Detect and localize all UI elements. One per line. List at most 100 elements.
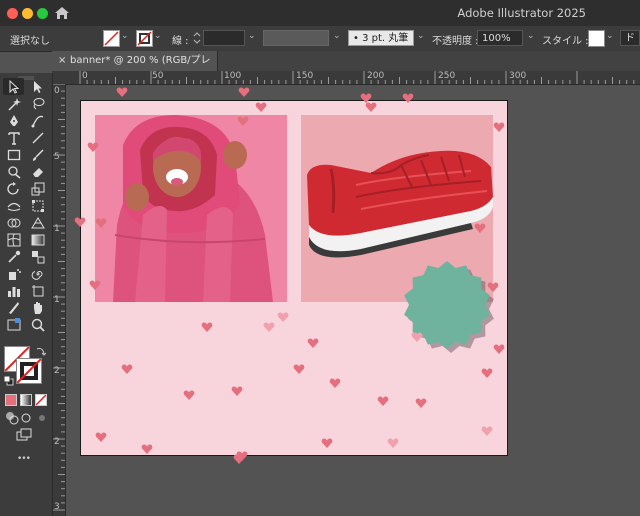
horizontal-ruler[interactable]: 0 50 100 150 200 250 300 <box>65 71 640 85</box>
ruler-origin[interactable] <box>52 71 65 84</box>
opacity-input[interactable]: 100% <box>477 30 523 46</box>
stepper-icon[interactable] <box>193 31 201 45</box>
stroke-swatch[interactable] <box>136 30 153 47</box>
stroke-none-icon <box>17 359 41 383</box>
shape-builder-tool-icon[interactable] <box>6 215 22 231</box>
slice-tool-icon[interactable] <box>6 300 22 316</box>
spiral-tool-icon[interactable] <box>30 266 46 282</box>
rectangle-tool-icon[interactable] <box>6 147 22 163</box>
chevron-down-icon[interactable]: ⌄ <box>333 31 341 43</box>
ruler-label: 2 <box>54 366 60 376</box>
heart-icon <box>238 86 250 98</box>
swap-fill-stroke-icon[interactable] <box>36 346 46 356</box>
opacity-label[interactable]: 不透明度 : <box>432 32 479 47</box>
scale-tool-icon[interactable] <box>30 181 46 197</box>
ruler-label: 150 <box>296 71 314 81</box>
home-icon[interactable] <box>54 5 70 21</box>
type-tool-icon[interactable] <box>6 130 22 146</box>
ruler-label: 0 <box>82 71 88 81</box>
close-tab-icon[interactable]: × <box>58 51 66 71</box>
heart-icon <box>377 395 389 407</box>
heart-icon <box>487 281 499 293</box>
ruler-label: 3 <box>54 502 60 512</box>
zoom-window-button[interactable] <box>37 8 48 19</box>
mesh-tool-icon[interactable] <box>6 232 22 248</box>
selection-tool-icon[interactable] <box>6 79 22 95</box>
selection-status: 選択なし <box>10 36 50 47</box>
artboard-arrange-icon[interactable] <box>6 317 22 333</box>
edit-toolbar-button[interactable]: ••• <box>17 454 31 464</box>
close-window-button[interactable] <box>7 8 18 19</box>
chevron-down-icon[interactable]: ⌄ <box>527 31 535 43</box>
pen-tool-icon[interactable] <box>6 113 22 129</box>
ruler-label: 100 <box>224 71 242 81</box>
draw-behind-icon[interactable] <box>19 410 35 426</box>
ruler-label: 1 <box>54 295 60 305</box>
gradient-mode-button[interactable] <box>20 394 32 406</box>
shaper-tool-icon[interactable] <box>6 164 22 180</box>
chevron-down-icon[interactable]: ⌄ <box>417 31 425 43</box>
lasso-tool-icon[interactable] <box>30 96 46 112</box>
heart-icon <box>89 279 101 291</box>
green-badge-shape[interactable] <box>401 259 501 359</box>
minimize-window-button[interactable] <box>22 8 33 19</box>
none-mode-button[interactable] <box>35 394 47 406</box>
chevron-down-icon[interactable]: ⌄ <box>154 31 162 43</box>
heart-icon <box>415 397 427 409</box>
heart-icon <box>201 321 213 333</box>
color-mode-button[interactable] <box>5 394 17 406</box>
eyedropper-tool-icon[interactable] <box>6 249 22 265</box>
heart-icon <box>95 431 107 443</box>
eraser-tool-icon[interactable] <box>30 164 46 180</box>
heart-icon <box>387 437 399 449</box>
chevron-down-icon[interactable]: ⌄ <box>606 31 614 43</box>
artboard-tool-icon[interactable] <box>30 283 46 299</box>
column-graph-tool-icon[interactable] <box>6 283 22 299</box>
rotate-tool-icon[interactable] <box>6 181 22 197</box>
hoodie-photo[interactable] <box>95 115 287 302</box>
heart-icon <box>493 121 505 133</box>
heart-icon <box>411 331 423 343</box>
blend-tool-icon[interactable] <box>30 249 46 265</box>
symbol-sprayer-tool-icon[interactable] <box>6 266 22 282</box>
heart-icon <box>293 363 305 375</box>
gradient-tool-icon[interactable] <box>30 232 46 248</box>
screen-mode-icon[interactable] <box>16 427 32 443</box>
vertical-ruler[interactable]: 0 5 1 1 2 2 3 <box>52 84 66 516</box>
brush-definition[interactable]: • 3 pt. 丸筆 <box>348 30 414 46</box>
stroke-color-box[interactable] <box>16 358 42 384</box>
ruler-label: 5 <box>54 152 60 162</box>
variable-width-profile[interactable] <box>263 30 329 46</box>
app-title: Adobe Illustrator 2025 <box>457 6 586 20</box>
tab-banner[interactable]: × banner* @ 200 % (RGB/プレビュー) <box>52 51 218 86</box>
draw-normal-icon[interactable] <box>4 410 20 426</box>
magic-wand-tool-icon[interactable] <box>6 96 22 112</box>
hoodie-person-image <box>95 115 287 302</box>
heart-icon <box>255 101 267 113</box>
ruler-label: 2 <box>54 437 60 447</box>
direct-selection-tool-icon[interactable] <box>30 79 46 95</box>
line-segment-tool-icon[interactable] <box>30 130 46 146</box>
perspective-grid-tool-icon[interactable] <box>30 215 46 231</box>
heart-icon <box>236 450 248 462</box>
style-label: スタイル : <box>542 36 589 47</box>
width-tool-icon[interactable] <box>6 198 22 214</box>
overflow-control[interactable]: ド <box>620 30 640 46</box>
artboard-banner[interactable] <box>80 100 508 464</box>
ruler-label: 250 <box>438 71 456 81</box>
heart-icon <box>263 321 275 333</box>
hand-tool-icon[interactable] <box>30 300 46 316</box>
free-transform-tool-icon[interactable] <box>30 198 46 214</box>
fill-swatch[interactable] <box>103 30 120 47</box>
heart-icon <box>121 363 133 375</box>
chevron-down-icon[interactable]: ⌄ <box>248 31 256 43</box>
default-colors-icon[interactable] <box>4 376 14 386</box>
none-color-icon <box>36 395 46 405</box>
chevron-down-icon[interactable]: ⌄ <box>121 31 129 43</box>
draw-inside-icon[interactable] <box>34 410 50 426</box>
zoom-tool-icon[interactable] <box>30 317 46 333</box>
stroke-weight-input[interactable] <box>203 30 245 46</box>
graphic-style-swatch[interactable] <box>588 30 605 47</box>
paintbrush-tool-icon[interactable] <box>30 147 46 163</box>
curvature-tool-icon[interactable] <box>30 113 46 129</box>
